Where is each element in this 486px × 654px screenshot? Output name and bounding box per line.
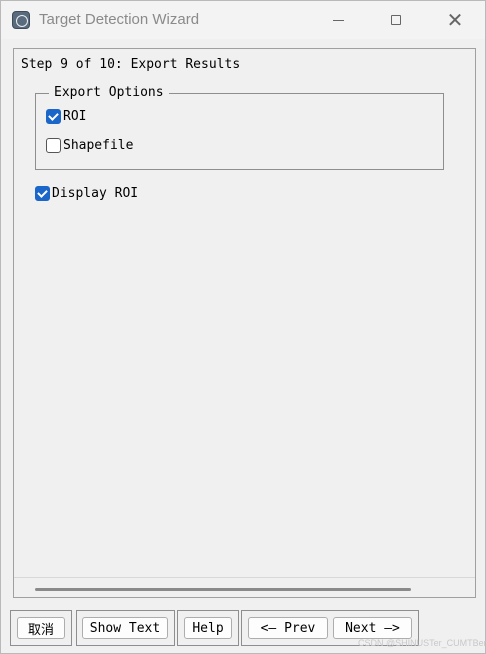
- shapefile-option[interactable]: Shapefile: [46, 138, 133, 153]
- show-text-group: Show Text: [76, 610, 175, 646]
- watermark: CSDN @SHINUSTer_CUMTBer: [358, 638, 486, 648]
- roi-label: ROI: [63, 109, 87, 124]
- shapefile-checkbox[interactable]: [46, 138, 61, 153]
- scrollbar-thumb[interactable]: [35, 588, 411, 591]
- check-icon: [48, 109, 59, 121]
- minimize-icon: [332, 19, 344, 21]
- next-button[interactable]: Next —>: [333, 617, 412, 639]
- cancel-button[interactable]: 取消: [17, 617, 65, 639]
- window-title: Target Detection Wizard: [39, 11, 200, 28]
- maximize-icon: [391, 15, 401, 25]
- step-label: Step 9 of 10: Export Results: [21, 57, 241, 72]
- show-text-button[interactable]: Show Text: [82, 617, 168, 639]
- app-icon: [12, 11, 30, 29]
- roi-checkbox[interactable]: [46, 109, 61, 124]
- wizard-panel: Step 9 of 10: Export Results Export Opti…: [13, 48, 476, 598]
- prev-button[interactable]: <— Prev: [248, 617, 328, 639]
- maximize-button[interactable]: [373, 1, 419, 39]
- export-options-legend: Export Options: [49, 85, 169, 100]
- title-bar[interactable]: Target Detection Wizard ✕: [1, 1, 485, 39]
- display-roi-checkbox[interactable]: [35, 186, 50, 201]
- check-icon: [37, 186, 48, 198]
- close-button[interactable]: ✕: [432, 1, 478, 39]
- display-roi-label: Display ROI: [52, 186, 139, 201]
- display-roi-option[interactable]: Display ROI: [35, 186, 138, 201]
- minimize-button[interactable]: [315, 1, 361, 39]
- shapefile-label: Shapefile: [63, 138, 134, 153]
- close-icon: ✕: [446, 8, 464, 32]
- horizontal-scrollbar[interactable]: [14, 577, 475, 597]
- export-options-group: Export Options ROI Shapefile: [35, 85, 444, 170]
- help-button[interactable]: Help: [184, 617, 232, 639]
- help-group: Help: [177, 610, 239, 646]
- wizard-window: Target Detection Wizard ✕ Step 9 of 10: …: [0, 0, 486, 654]
- cancel-group: 取消: [10, 610, 72, 646]
- roi-option[interactable]: ROI: [46, 109, 86, 124]
